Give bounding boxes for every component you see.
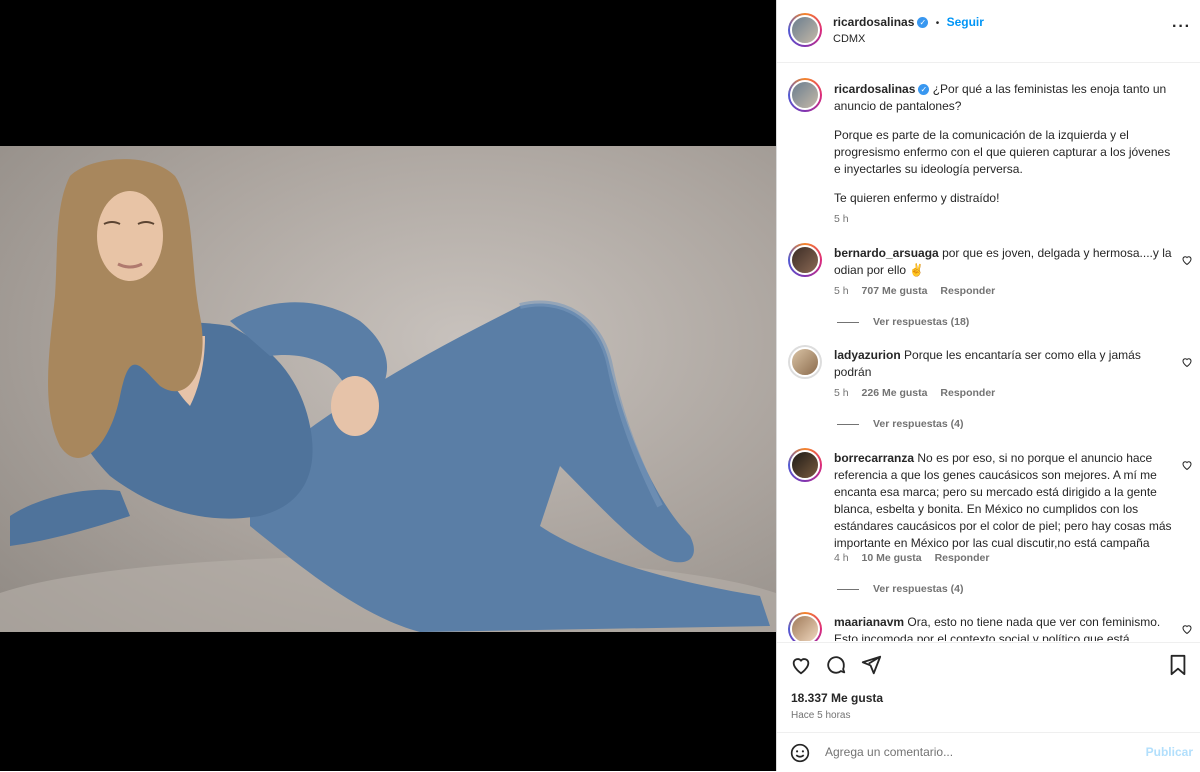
reply-button[interactable]: Responder [940,285,995,297]
commenter-avatar[interactable] [788,612,822,641]
post-media [0,0,776,771]
separator-dot: • [935,18,940,29]
more-dots-icon[interactable]: ··· [1172,18,1191,36]
author-username[interactable]: ricardosalinas [833,15,914,29]
paper-plane-icon[interactable] [860,654,882,676]
heart-icon[interactable] [1181,459,1193,471]
divider-line [837,321,859,323]
publish-button[interactable]: Publicar [1146,745,1193,759]
comment-text: No es por eso, si no porque el anuncio h… [834,451,1172,550]
add-comment-bar: Agrega un comentario... Publicar [777,732,1200,772]
comment-likes[interactable]: 707 Me gusta [862,285,928,297]
follow-button[interactable]: Seguir [947,15,984,29]
verified-icon: ✓ [917,17,929,29]
post-photo[interactable] [0,146,776,632]
post-panel: ricardosalinas ✓ • Seguir CDMX ··· ricard… [776,0,1200,771]
comment-username[interactable]: ladyazurion [834,348,901,362]
post-location[interactable]: CDMX [833,33,865,45]
comment-likes[interactable]: 10 Me gusta [862,552,922,564]
view-replies-button[interactable]: Ver respuestas (4) [837,418,963,430]
emoji-icon[interactable] [790,743,810,763]
heart-icon[interactable] [790,654,812,676]
divider-line [837,588,859,590]
caption-paragraph-3: Te quieren enfermo y distraído! [834,191,1000,205]
comment-time: 4 h [834,552,849,564]
comments-area[interactable]: ricardosalinas ✓ ¿Por qué a las feminista… [777,63,1200,641]
comment-username[interactable]: borrecarranza [834,451,914,465]
view-replies-label: Ver respuestas (4) [873,583,964,595]
bookmark-icon[interactable] [1168,654,1188,676]
divider-line [837,423,859,425]
heart-icon[interactable] [1181,623,1193,635]
view-replies-label: Ver respuestas (4) [873,418,964,430]
caption-paragraph-2: Porque es parte de la comunicación de la… [834,128,1171,176]
comment-icon[interactable] [825,654,847,676]
comment-likes[interactable]: 226 Me gusta [862,387,928,399]
comment-username[interactable]: maarianavm [834,615,904,629]
comment-input[interactable]: Agrega un comentario... [825,745,953,759]
caption-username[interactable]: ricardosalinas [834,82,915,96]
post-header: ricardosalinas ✓ • Seguir CDMX ··· [777,0,1200,63]
photo-illustration [0,159,776,632]
commenter-avatar[interactable] [788,448,822,482]
action-bar: 18.337 Me gusta Hace 5 horas [777,642,1200,733]
reply-button[interactable]: Responder [935,552,990,564]
comment-time: 5 h [834,285,849,297]
verified-icon: ✓ [918,84,930,96]
post-time: Hace 5 horas [791,710,851,721]
comment-username[interactable]: bernardo_arsuaga [834,246,939,260]
likes-count[interactable]: 18.337 Me gusta [791,691,883,705]
reply-button[interactable]: Responder [940,387,995,399]
view-replies-button[interactable]: Ver respuestas (4) [837,583,963,595]
view-replies-label: Ver respuestas (18) [873,316,970,328]
author-avatar[interactable] [788,78,822,112]
heart-icon[interactable] [1181,356,1193,368]
commenter-avatar[interactable] [788,345,822,379]
author-avatar[interactable] [788,13,822,47]
caption-time: 5 h [834,213,849,225]
comment-time: 5 h [834,387,849,399]
heart-icon[interactable] [1181,254,1193,266]
view-replies-button[interactable]: Ver respuestas (18) [837,316,969,328]
commenter-avatar[interactable] [788,243,822,277]
